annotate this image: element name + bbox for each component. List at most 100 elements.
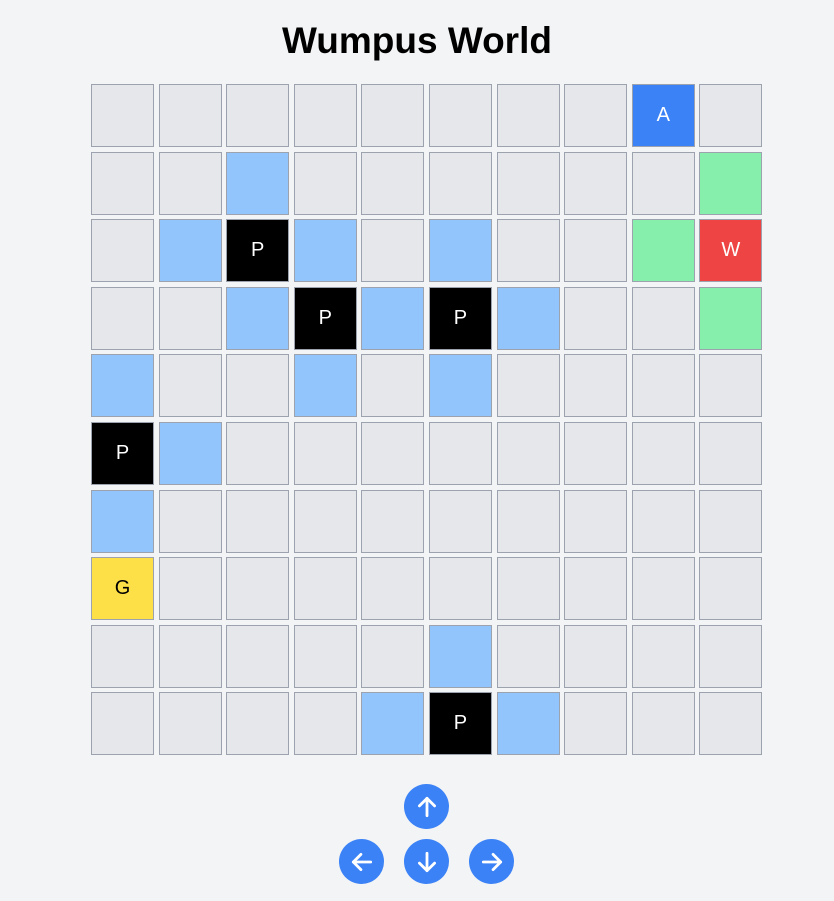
grid-cell-empty — [496, 354, 560, 418]
grid-cell-empty — [226, 421, 290, 485]
grid-cell-empty — [631, 354, 695, 418]
grid-cell-empty — [361, 219, 425, 283]
grid-cell-breeze — [91, 354, 154, 418]
grid-cell-breeze — [428, 219, 492, 283]
grid-cell-breeze — [226, 151, 290, 215]
grid-cell-empty — [226, 489, 290, 553]
grid-cell-empty — [564, 286, 628, 350]
grid-cell-empty — [564, 219, 628, 283]
grid-cell-empty — [293, 624, 357, 688]
grid-cell-empty — [631, 624, 695, 688]
game-grid: APWPPPGP — [91, 84, 763, 756]
grid-cell-empty — [293, 151, 357, 215]
grid-cell-breeze — [226, 286, 290, 350]
grid-cell-empty — [158, 151, 222, 215]
grid-cell-empty — [361, 151, 425, 215]
grid-cell-empty — [496, 219, 560, 283]
grid-cell-empty — [428, 84, 492, 147]
grid-cell-empty — [428, 489, 492, 553]
grid-cell-empty — [496, 151, 560, 215]
grid-cell-empty — [496, 624, 560, 688]
grid-cell-pit: P — [293, 286, 357, 350]
grid-cell-empty — [158, 692, 222, 756]
grid-cell-empty — [699, 557, 763, 621]
grid-cell-pit: P — [226, 219, 290, 283]
grid-cell-breeze — [293, 354, 357, 418]
grid-cell-empty — [564, 489, 628, 553]
grid-cell-empty — [428, 151, 492, 215]
grid-cell-breeze — [293, 219, 357, 283]
move-up-button[interactable] — [404, 784, 449, 829]
grid-cell-empty — [91, 84, 154, 147]
move-right-button[interactable] — [469, 839, 514, 884]
grid-cell-empty — [631, 151, 695, 215]
grid-cell-empty — [564, 354, 628, 418]
grid-cell-empty — [564, 557, 628, 621]
grid-cell-empty — [564, 692, 628, 756]
grid-cell-empty — [91, 286, 154, 350]
grid-cell-pit: P — [428, 692, 492, 756]
grid-cell-empty — [158, 84, 222, 147]
grid-cell-empty — [496, 489, 560, 553]
move-down-button[interactable] — [404, 839, 449, 884]
grid-cell-empty — [158, 489, 222, 553]
grid-cell-empty — [699, 692, 763, 756]
grid-cell-pit: P — [428, 286, 492, 350]
move-left-button[interactable] — [339, 839, 384, 884]
grid-cell-empty — [158, 354, 222, 418]
grid-cell-empty — [564, 421, 628, 485]
grid-cell-empty — [361, 84, 425, 147]
grid-cell-empty — [293, 489, 357, 553]
grid-cell-empty — [226, 692, 290, 756]
grid-cell-breeze — [158, 219, 222, 283]
grid-cell-pit: P — [91, 421, 154, 485]
grid-cell-breeze — [91, 489, 154, 553]
grid-cell-empty — [496, 421, 560, 485]
grid-cell-empty — [496, 84, 560, 147]
grid-cell-breeze — [428, 624, 492, 688]
grid-cell-empty — [226, 624, 290, 688]
grid-cell-empty — [293, 692, 357, 756]
grid-cell-empty — [361, 421, 425, 485]
grid-cell-empty — [226, 84, 290, 147]
grid-cell-empty — [699, 421, 763, 485]
arrow-down-icon — [417, 851, 436, 872]
grid-cell-empty — [293, 421, 357, 485]
grid-cell-empty — [631, 421, 695, 485]
arrow-up-icon — [417, 796, 436, 817]
grid-cell-breeze — [496, 692, 560, 756]
grid-cell-empty — [91, 624, 154, 688]
grid-cell-empty — [361, 489, 425, 553]
grid-cell-breeze — [361, 286, 425, 350]
grid-cell-empty — [631, 557, 695, 621]
grid-cell-stench — [631, 219, 695, 283]
grid-cell-empty — [631, 692, 695, 756]
grid-cell-wumpus: W — [699, 219, 763, 283]
grid-cell-empty — [699, 354, 763, 418]
grid-cell-empty — [496, 557, 560, 621]
grid-cell-empty — [699, 624, 763, 688]
grid-cell-empty — [428, 421, 492, 485]
grid-cell-empty — [564, 624, 628, 688]
grid-cell-empty — [631, 286, 695, 350]
grid-cell-breeze — [158, 421, 222, 485]
grid-cell-agent: A — [631, 84, 695, 147]
grid-cell-empty — [293, 84, 357, 147]
grid-cell-breeze — [496, 286, 560, 350]
grid-cell-empty — [158, 624, 222, 688]
grid-cell-stench — [699, 286, 763, 350]
grid-cell-empty — [293, 557, 357, 621]
grid-cell-empty — [564, 151, 628, 215]
grid-cell-empty — [91, 692, 154, 756]
grid-cell-breeze — [428, 354, 492, 418]
grid-cell-gold: G — [91, 557, 154, 621]
page-title: Wumpus World — [282, 20, 552, 61]
grid-cell-empty — [564, 84, 628, 147]
grid-cell-empty — [91, 219, 154, 283]
grid-cell-empty — [158, 557, 222, 621]
grid-cell-empty — [361, 557, 425, 621]
arrow-right-icon — [481, 852, 502, 871]
grid-cell-empty — [226, 557, 290, 621]
grid-cell-stench — [699, 151, 763, 215]
grid-cell-empty — [226, 354, 290, 418]
